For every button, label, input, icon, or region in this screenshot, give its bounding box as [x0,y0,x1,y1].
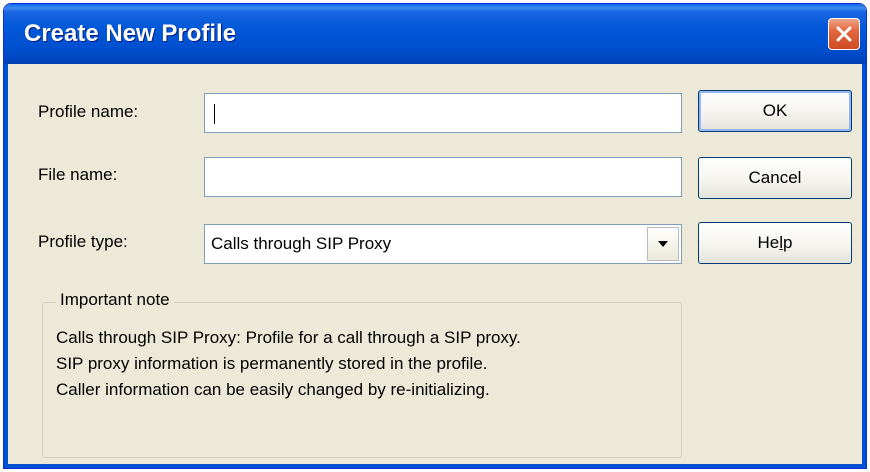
cancel-button[interactable]: Cancel [698,157,852,199]
important-note-title: Important note [56,290,174,310]
title-bar[interactable]: Create New Profile [4,4,866,64]
dialog-title: Create New Profile [24,20,237,47]
file-name-label: File name: [38,165,118,184]
create-new-profile-dialog: Create New Profile Profile name: File na… [3,3,867,469]
close-button[interactable] [828,18,860,50]
note-line-2: SIP proxy information is permanently sto… [56,354,488,373]
dialog-body: Profile name: File name: Profile type: C… [8,64,862,464]
chevron-down-icon [658,241,668,247]
profile-type-value: Calls through SIP Proxy [211,234,392,253]
help-button[interactable]: He l p [698,222,852,264]
ok-button[interactable]: OK [698,90,852,132]
profile-type-select[interactable]: Calls through SIP Proxy [204,224,682,264]
profile-type-dropdown-button[interactable] [647,227,679,261]
window-left-border [4,64,8,468]
profile-name-label: Profile name: [38,102,139,121]
text-caret [214,104,215,124]
help-label-prefix: He [757,233,780,252]
profile-type-label: Profile type: [38,232,128,251]
file-name-input[interactable] [204,157,682,197]
help-label-suffix: p [783,233,793,252]
window-right-border [862,64,866,468]
note-line-3: Caller information can be easily changed… [56,380,490,399]
note-line-1: Calls through SIP Proxy: Profile for a c… [56,328,521,347]
close-icon [836,26,852,42]
window-bottom-border [4,464,866,468]
profile-name-input[interactable] [204,93,682,133]
